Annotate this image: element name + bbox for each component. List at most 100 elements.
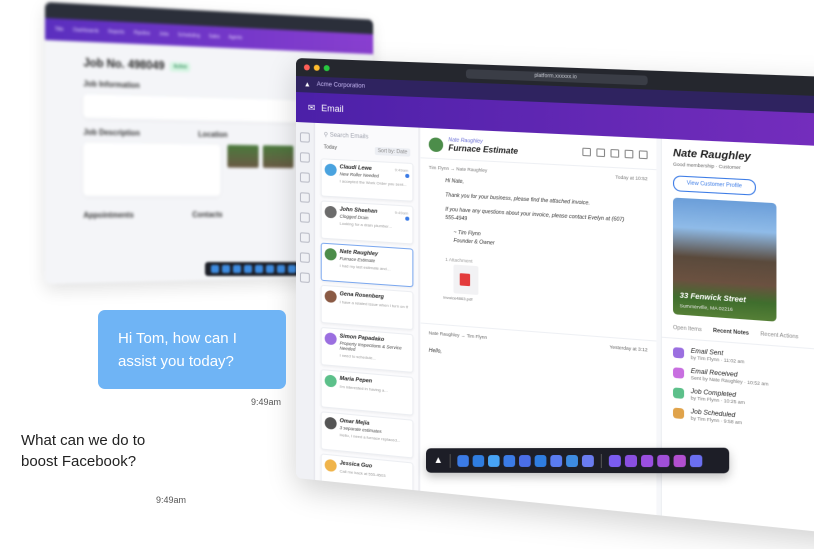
dock-app-icon[interactable] <box>472 454 485 467</box>
minimize-window-icon[interactable] <box>313 64 320 71</box>
nav-item[interactable]: Agents <box>229 35 243 41</box>
tab-recent-actions[interactable]: Recent Actions <box>760 331 798 340</box>
dock-app-icon[interactable] <box>503 454 516 467</box>
status-badge: Active <box>169 61 191 73</box>
activity-icon <box>673 407 685 420</box>
message-body: Hi Nate, Thank you for your business, pl… <box>421 176 657 258</box>
email-list-item[interactable]: Maria Pepen I'm interested in having a... <box>320 369 414 416</box>
dock-app-icon[interactable] <box>581 454 594 467</box>
nav-item[interactable]: Title <box>55 26 64 32</box>
user-message: What can we do to boost Facebook? <box>21 432 146 470</box>
email-list-item[interactable]: Jessica Guo Call me back at 555-4503 <box>320 453 414 502</box>
dock-app-icon[interactable] <box>277 265 285 273</box>
dock-app-icon[interactable] <box>487 454 500 467</box>
email-list-item[interactable]: John Sheehan Clogged Drain Looking for a d… <box>320 200 414 245</box>
archive-icon[interactable] <box>610 148 620 158</box>
dock-app-icon[interactable] <box>288 265 296 273</box>
nav-item[interactable]: Jobs <box>159 31 169 37</box>
dock-app-icon[interactable] <box>624 454 637 467</box>
email-preview: I accepted the Work Order you sent... <box>339 178 407 188</box>
dock-app-icon[interactable] <box>534 454 547 467</box>
avatar <box>324 290 337 304</box>
dock-app-icon[interactable] <box>608 454 621 467</box>
nav-item[interactable]: Reports <box>108 29 124 36</box>
nav-item[interactable]: Dashboards <box>73 27 99 34</box>
home-icon[interactable] <box>299 132 310 143</box>
reader-toolbar <box>582 147 648 159</box>
settings-icon[interactable] <box>299 272 310 283</box>
sort-dropdown[interactable]: Sort by: Date <box>374 146 411 157</box>
email-list-item[interactable]: Omar Mejia 3 separate estimates Hello, I n… <box>320 411 414 459</box>
dock-app-icon[interactable] <box>640 454 654 467</box>
activity-icon <box>673 387 685 399</box>
app-dock: ▲ <box>425 447 730 474</box>
email-list-item[interactable]: Nate Raughley Furnace Estimate I had my la… <box>320 242 414 288</box>
email-icon[interactable] <box>299 252 310 263</box>
avatar <box>324 205 337 219</box>
app-logo-icon[interactable]: ▲ <box>434 455 443 466</box>
dock-app-icon[interactable] <box>457 454 469 467</box>
nav-item[interactable]: Scheduling <box>178 32 200 39</box>
attach-icon[interactable] <box>624 149 634 158</box>
email-list-item[interactable]: Claudi Lewe New Roller Needed I accepted t… <box>320 158 414 202</box>
activity-icon <box>673 367 685 379</box>
icon-rail <box>296 122 315 480</box>
app-logo-icon[interactable]: ▲ <box>304 81 311 88</box>
activity-list: Email Sent by Tim Flynn · 11:02 am Email R… <box>662 338 814 440</box>
dock-app-icon[interactable] <box>565 454 578 467</box>
dock-app-icon[interactable] <box>244 265 252 273</box>
dock-app-icon[interactable] <box>233 265 241 273</box>
nav-item[interactable]: Sales <box>209 34 220 40</box>
search-icon: ⚲ <box>323 132 329 139</box>
dock-app-icon[interactable] <box>211 265 219 273</box>
close-window-icon[interactable] <box>303 64 310 71</box>
email-list-item[interactable]: Simon Papadako Property Inspections & Ser… <box>320 326 414 373</box>
dock-app-icon[interactable] <box>255 265 263 273</box>
dock-divider <box>600 453 602 468</box>
dock-app-icon[interactable] <box>266 265 274 273</box>
dock-app-icon[interactable] <box>518 454 531 467</box>
dock-app-icon[interactable] <box>222 265 230 273</box>
email-time: 9:49am <box>394 209 409 216</box>
avatar <box>324 374 337 388</box>
house-thumbnail <box>262 145 294 169</box>
email-list-item[interactable]: Gena Rosenberg I have a related issue whe… <box>320 284 414 331</box>
jobs-icon[interactable] <box>299 172 310 183</box>
property-city: Summerville, MA 02216 <box>679 303 733 313</box>
avatar <box>324 332 337 346</box>
dock-app-icon[interactable] <box>673 454 686 467</box>
agent-message-time: 9:49am <box>251 397 282 407</box>
money-icon[interactable] <box>299 212 310 223</box>
dock-divider <box>449 453 451 468</box>
email-list-pane: ⚲ Search Emails Today Sort by: Date Clau… <box>315 122 420 502</box>
delete-icon[interactable] <box>638 149 648 159</box>
activity-icon <box>673 347 685 359</box>
attachment-name[interactable]: Invoice4863.pdf <box>421 291 657 317</box>
message-participants: Tim Flynn → Nate Raughley <box>428 164 488 173</box>
pdf-icon <box>459 273 471 287</box>
attachment-thumbnail[interactable] <box>453 264 479 296</box>
agent-message-bubble: Hi Tom, how can I assist you today? <box>98 310 286 389</box>
address-bar[interactable]: platform.xxxxxx.io <box>465 68 648 85</box>
avatar <box>324 163 337 177</box>
nav-item[interactable]: Pipeline <box>134 30 150 37</box>
calendar-icon[interactable] <box>299 192 310 203</box>
module-title: Email <box>321 103 344 115</box>
maximize-window-icon[interactable] <box>323 65 330 72</box>
email-subject: Furnace Estimate <box>448 143 519 156</box>
unread-indicator <box>405 173 410 179</box>
view-customer-profile-button[interactable]: View Customer Profile <box>673 175 756 196</box>
tab-open-items[interactable]: Open Items <box>673 325 702 334</box>
email-time: 9:49am <box>394 167 409 173</box>
report-icon[interactable] <box>299 232 310 243</box>
tab-recent-notes[interactable]: Recent Notes <box>713 328 749 337</box>
message-time: Today at 10:52 <box>615 174 648 182</box>
envelope-icon: ✉ <box>307 102 316 113</box>
dock-app-icon[interactable] <box>689 454 703 467</box>
contact-pane: Nate Raughley Good membership · Customer… <box>660 138 814 541</box>
flag-icon[interactable] <box>596 147 606 157</box>
dock-app-icon[interactable] <box>550 454 563 467</box>
reply-icon[interactable] <box>582 147 591 156</box>
dock-app-icon[interactable] <box>657 454 670 467</box>
contacts-icon[interactable] <box>299 152 310 163</box>
